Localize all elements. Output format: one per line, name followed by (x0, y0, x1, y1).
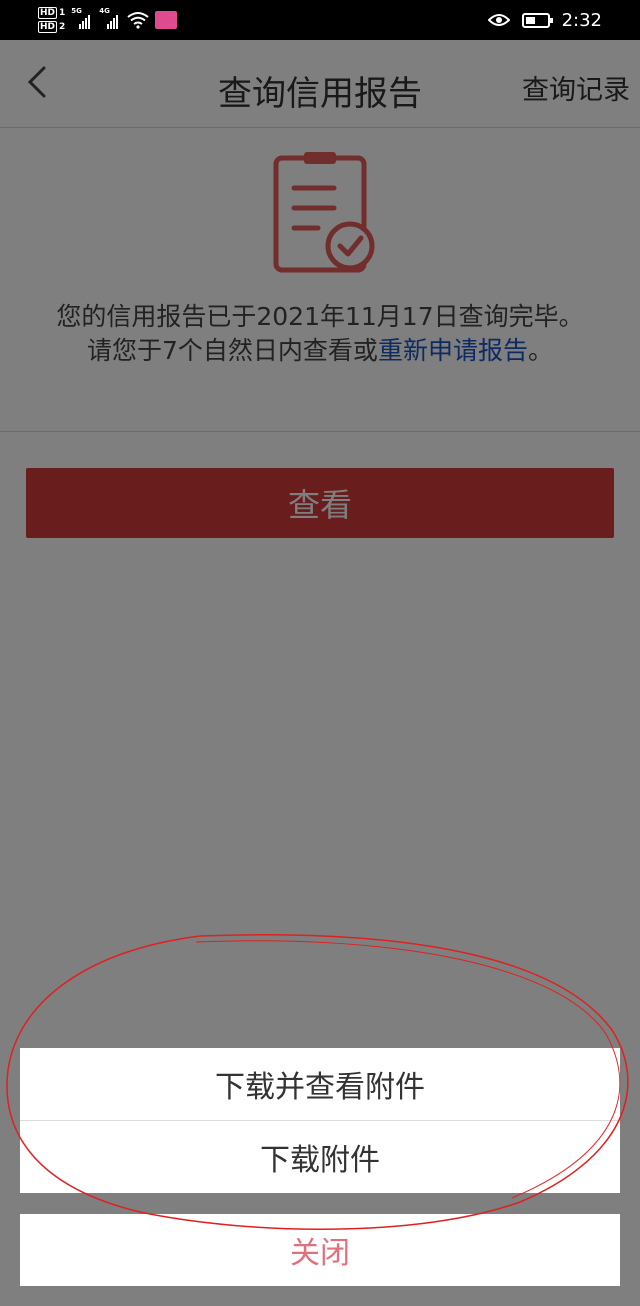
download-attachment-button[interactable]: 下载附件 (20, 1120, 620, 1193)
signal-icon: 5G (71, 7, 93, 29)
battery-icon (521, 12, 553, 28)
battery-level (525, 16, 535, 24)
hd2-indicator: HD 2 (38, 21, 66, 33)
action-sheet: 下载并查看附件 下载附件 (20, 1048, 620, 1193)
wifi-icon (127, 12, 149, 29)
close-button[interactable]: 关闭 (20, 1214, 620, 1286)
download-and-view-button[interactable]: 下载并查看附件 (20, 1048, 620, 1120)
hd1-indicator: HD 1 (38, 7, 66, 19)
signal-icon: 4G (99, 7, 121, 29)
eye-icon (487, 14, 510, 26)
status-time: 2:32 (561, 9, 602, 31)
status-bar: HD 1 HD 2 5G 4G 2:32 (0, 0, 640, 40)
app-badge-icon (155, 11, 178, 29)
